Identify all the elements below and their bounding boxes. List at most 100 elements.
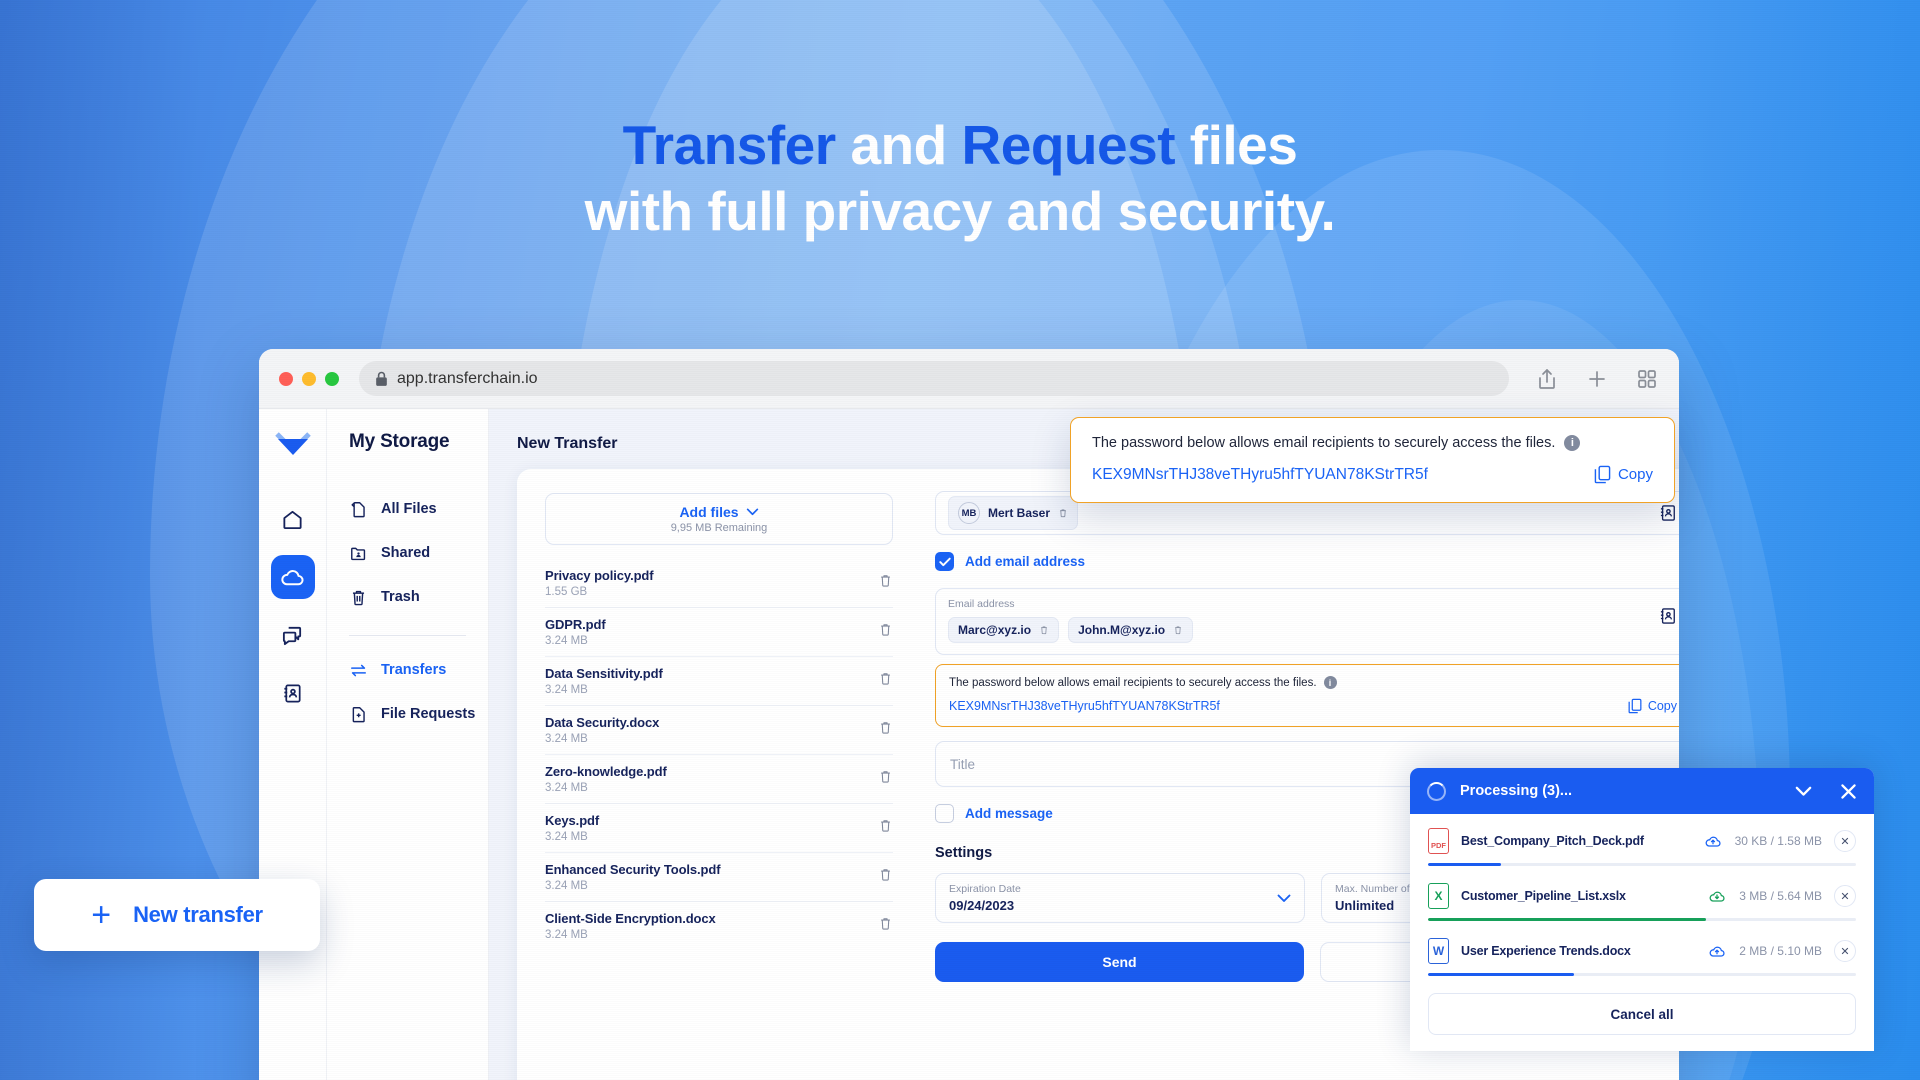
add-email-toggle[interactable]: Add email address bbox=[935, 552, 1679, 571]
add-files-button[interactable]: Add files bbox=[679, 504, 758, 520]
trash-icon[interactable] bbox=[878, 915, 893, 932]
lock-icon bbox=[376, 371, 387, 386]
file-type-icon: PDF bbox=[1428, 828, 1449, 854]
sidebar-title: My Storage bbox=[349, 431, 450, 452]
hero-line-1: Transfer and Request files bbox=[0, 112, 1920, 178]
file-row[interactable]: Data Sensitivity.pdf 3.24 MB bbox=[545, 657, 893, 706]
close-window-button[interactable] bbox=[279, 371, 293, 386]
info-icon[interactable]: i bbox=[1564, 435, 1581, 451]
file-name: GDPR.pdf bbox=[545, 617, 606, 632]
password-value: KEX9MNsrTHJ38veTHyru5hfTYUAN78KStrTR5f bbox=[949, 699, 1220, 713]
sidebar-item-shared[interactable]: Shared bbox=[349, 531, 488, 575]
trash-icon[interactable] bbox=[878, 621, 893, 638]
progress-bar bbox=[1428, 863, 1856, 866]
cloud-upload-icon bbox=[1709, 946, 1725, 957]
contacts-book-icon[interactable] bbox=[1658, 606, 1678, 626]
delete-file-button[interactable] bbox=[878, 817, 893, 839]
email-chip[interactable]: Marc@xyz.io bbox=[948, 617, 1060, 643]
file-row[interactable]: Zero-knowledge.pdf 3.24 MB bbox=[545, 755, 893, 804]
file-row[interactable]: GDPR.pdf 3.24 MB bbox=[545, 608, 893, 657]
rail-item-home[interactable] bbox=[271, 497, 315, 541]
file-name: Data Security.docx bbox=[545, 715, 660, 730]
cloud-download-icon bbox=[1709, 891, 1725, 902]
copy-icon bbox=[1594, 465, 1611, 484]
copy-icon bbox=[1628, 698, 1642, 714]
file-name: Privacy policy.pdf bbox=[545, 568, 654, 583]
cloud-icon bbox=[281, 569, 304, 585]
rail-item-messages[interactable] bbox=[271, 613, 315, 657]
window-controls bbox=[279, 371, 339, 386]
address-bar[interactable]: app.transferchain.io bbox=[359, 361, 1509, 396]
cancel-all-button[interactable]: Cancel all bbox=[1428, 993, 1856, 1035]
trash-icon[interactable] bbox=[1058, 507, 1068, 519]
file-row[interactable]: Client-Side Encryption.docx 3.24 MB bbox=[545, 902, 893, 950]
rail-item-storage[interactable] bbox=[270, 555, 315, 599]
cancel-item-button[interactable]: ✕ bbox=[1834, 940, 1856, 962]
expiration-date-value: 09/24/2023 bbox=[949, 898, 1015, 913]
sidebar-item-trash[interactable]: Trash bbox=[349, 575, 488, 619]
hero-word-and: and bbox=[835, 114, 962, 176]
send-button[interactable]: Send bbox=[935, 942, 1304, 982]
email-chip[interactable]: John.M@xyz.io bbox=[1068, 617, 1194, 643]
copy-password-button[interactable]: Copy bbox=[1594, 465, 1653, 484]
sidebar-item-all-files[interactable]: All Files bbox=[349, 487, 488, 531]
icon-rail bbox=[259, 409, 327, 1080]
add-files-dropzone[interactable]: Add files 9,95 MB Remaining bbox=[545, 493, 893, 545]
maximize-window-button[interactable] bbox=[325, 371, 339, 386]
chevron-down-icon[interactable] bbox=[1795, 786, 1812, 797]
password-note: The password below allows email recipien… bbox=[949, 676, 1317, 689]
expiration-date-select[interactable]: Expiration Date 09/24/2023 bbox=[935, 873, 1305, 923]
file-name: Zero-knowledge.pdf bbox=[545, 764, 667, 779]
add-files-label: Add files bbox=[679, 504, 739, 520]
file-row[interactable]: Keys.pdf 3.24 MB bbox=[545, 804, 893, 853]
delete-file-button[interactable] bbox=[878, 768, 893, 790]
add-email-checkbox[interactable] bbox=[935, 552, 954, 571]
new-transfer-button[interactable]: + New transfer bbox=[34, 879, 320, 951]
delete-file-button[interactable] bbox=[878, 866, 893, 888]
contacts-icon bbox=[284, 683, 301, 703]
progress-bar bbox=[1428, 973, 1856, 976]
file-row[interactable]: Enhanced Security Tools.pdf 3.24 MB bbox=[545, 853, 893, 902]
delete-file-button[interactable] bbox=[878, 719, 893, 741]
cloud-upload-icon bbox=[1705, 836, 1721, 847]
delete-file-button[interactable] bbox=[878, 670, 893, 692]
sidebar-nav: My Storage All Files Shared Trash Transf… bbox=[327, 409, 489, 1080]
delete-file-button[interactable] bbox=[878, 621, 893, 643]
email-address-field[interactable]: Email address Marc@xyz.io John.M@xyz.io bbox=[935, 588, 1679, 655]
sidebar-item-file-requests[interactable]: File Requests bbox=[349, 692, 488, 736]
trash-icon[interactable] bbox=[1039, 624, 1049, 636]
info-icon[interactable]: i bbox=[1323, 676, 1337, 689]
add-message-checkbox[interactable] bbox=[935, 804, 954, 823]
trash-icon[interactable] bbox=[878, 572, 893, 589]
grid-icon[interactable] bbox=[1635, 367, 1659, 391]
delete-file-button[interactable] bbox=[878, 915, 893, 937]
copy-password-button[interactable]: Copy bbox=[1628, 698, 1677, 714]
transferchain-logo-icon[interactable] bbox=[272, 423, 314, 469]
password-callout-card: The password below allows email recipien… bbox=[1070, 417, 1675, 503]
sidebar-item-label: Transfers bbox=[381, 662, 447, 678]
trash-icon[interactable] bbox=[878, 670, 893, 687]
plus-icon[interactable] bbox=[1585, 367, 1609, 391]
recipient-chip[interactable]: MB Mert Baser bbox=[948, 496, 1079, 530]
trash-icon[interactable] bbox=[878, 817, 893, 834]
hero-word-transfer: Transfer bbox=[622, 114, 837, 176]
chat-icon bbox=[282, 626, 302, 645]
trash-icon[interactable] bbox=[1173, 624, 1183, 636]
delete-file-button[interactable] bbox=[878, 572, 893, 594]
share-icon[interactable] bbox=[1535, 367, 1559, 391]
trash-icon[interactable] bbox=[878, 768, 893, 785]
cancel-item-button[interactable]: ✕ bbox=[1834, 830, 1856, 852]
close-icon[interactable] bbox=[1840, 783, 1857, 800]
sidebar-item-transfers[interactable]: Transfers bbox=[349, 648, 488, 692]
contacts-book-icon[interactable] bbox=[1658, 503, 1678, 523]
trash-icon[interactable] bbox=[878, 719, 893, 736]
password-note-row: The password below allows email recipien… bbox=[949, 676, 1677, 689]
trash-icon[interactable] bbox=[878, 866, 893, 883]
file-row[interactable]: Data Security.docx 3.24 MB bbox=[545, 706, 893, 755]
cancel-item-button[interactable]: ✕ bbox=[1834, 885, 1856, 907]
plus-icon: + bbox=[91, 896, 112, 934]
rail-item-contacts[interactable] bbox=[271, 671, 315, 715]
minimize-window-button[interactable] bbox=[302, 371, 316, 386]
file-row[interactable]: Privacy policy.pdf 1.55 GB bbox=[545, 559, 893, 608]
processing-file-name: User Experience Trends.docx bbox=[1461, 944, 1631, 958]
